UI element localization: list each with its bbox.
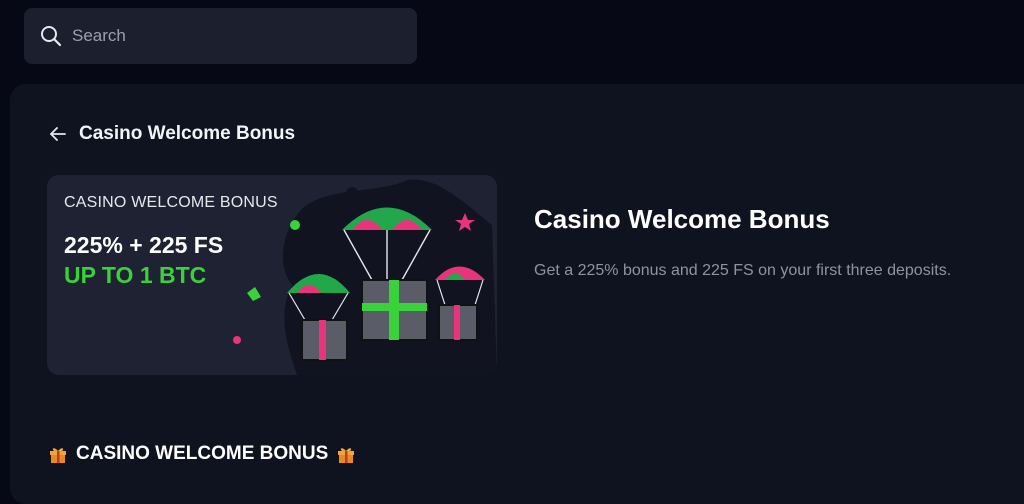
banner-cap-line: UP TO 1 BTC <box>64 262 207 288</box>
page-title: Casino Welcome Bonus <box>79 123 296 144</box>
bonus-title: Casino Welcome Bonus <box>534 204 830 234</box>
search-input[interactable] <box>70 25 374 47</box>
gift-icon <box>48 444 68 464</box>
section-heading-text: CASINO WELCOME BONUS <box>76 443 329 464</box>
banner-offer-line: 225% + 225 FS <box>64 232 224 258</box>
gift-icon <box>336 444 356 464</box>
section-heading: CASINO WELCOME BONUS <box>48 441 356 467</box>
bonus-banner: CASINO WELCOME BONUS 225% + 225 FS UP TO… <box>47 175 497 375</box>
bonus-description: Get a 225% bonus and 225 FS on your firs… <box>534 262 952 279</box>
breadcrumb: Casino Welcome Bonus <box>48 120 295 148</box>
search-icon <box>39 24 63 48</box>
back-arrow-icon[interactable] <box>48 124 68 144</box>
banner-eyebrow: CASINO WELCOME BONUS <box>64 194 278 211</box>
search-bar[interactable] <box>24 8 417 64</box>
